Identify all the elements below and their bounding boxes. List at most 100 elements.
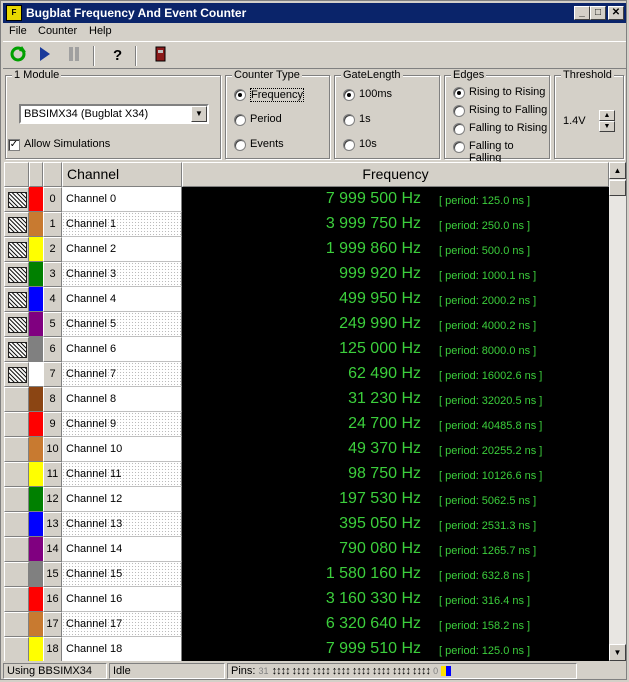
table-row[interactable]: 10 Channel 10 49 370 Hz [ period: 20255.2 n… xyxy=(4,437,609,462)
radio-falling-to-falling-label[interactable]: Falling to Falling xyxy=(469,140,549,164)
scroll-down-icon[interactable]: ▼ xyxy=(609,644,626,661)
menu-counter[interactable]: Counter xyxy=(38,25,77,37)
row-select-cell[interactable] xyxy=(4,387,29,412)
table-row[interactable]: 12 Channel 12 197 530 Hz [ period: 5062.5 n… xyxy=(4,487,609,512)
row-select-cell[interactable] xyxy=(4,187,29,212)
radio-events-label[interactable]: Events xyxy=(250,138,284,150)
radio-period[interactable] xyxy=(234,114,246,126)
header-channel[interactable]: Channel xyxy=(62,162,182,187)
refresh-icon[interactable] xyxy=(7,45,29,67)
radio-falling-to-rising-label[interactable]: Falling to Rising xyxy=(469,122,547,134)
scroll-thumb[interactable] xyxy=(609,180,626,196)
table-row[interactable]: 6 Channel 6 125 000 Hz [ period: 8000.0 ns … xyxy=(4,337,609,362)
spin-down-icon[interactable]: ▼ xyxy=(599,121,615,132)
row-select-cell[interactable] xyxy=(4,537,29,562)
radio-10s-label[interactable]: 10s xyxy=(359,138,377,150)
radio-falling-to-rising[interactable] xyxy=(453,123,465,135)
row-select-cell[interactable] xyxy=(4,312,29,337)
row-select-cell[interactable] xyxy=(4,637,29,661)
channel-name[interactable]: Channel 4 xyxy=(62,287,182,312)
row-select-cell[interactable] xyxy=(4,462,29,487)
table-row[interactable]: 1 Channel 1 3 999 750 Hz [ period: 250.0 ns… xyxy=(4,212,609,237)
close-button[interactable]: ✕ xyxy=(608,6,624,20)
scroll-up-icon[interactable]: ▲ xyxy=(609,162,626,179)
radio-1s[interactable] xyxy=(343,114,355,126)
radio-rising-to-falling-label[interactable]: Rising to Falling xyxy=(469,104,547,116)
table-row[interactable]: 4 Channel 4 499 950 Hz [ period: 2000.2 ns … xyxy=(4,287,609,312)
table-row[interactable]: 13 Channel 13 395 050 Hz [ period: 2531.3 n… xyxy=(4,512,609,537)
table-row[interactable]: 15 Channel 15 1 580 160 Hz [ period: 632.8 … xyxy=(4,562,609,587)
channel-name[interactable]: Channel 13 xyxy=(62,512,182,537)
table-row[interactable]: 9 Channel 9 24 700 Hz [ period: 40485.8 ns … xyxy=(4,412,609,437)
row-select-cell[interactable] xyxy=(4,287,29,312)
table-row[interactable]: 14 Channel 14 790 080 Hz [ period: 1265.7 n… xyxy=(4,537,609,562)
spin-up-icon[interactable]: ▲ xyxy=(599,110,615,121)
menu-help[interactable]: Help xyxy=(89,25,112,37)
channel-name[interactable]: Channel 7 xyxy=(62,362,182,387)
radio-rising-to-rising[interactable] xyxy=(453,87,465,99)
row-select-cell[interactable] xyxy=(4,487,29,512)
help-icon[interactable]: ? xyxy=(107,45,129,67)
radio-10s[interactable] xyxy=(343,139,355,151)
row-select-cell[interactable] xyxy=(4,587,29,612)
row-select-cell[interactable] xyxy=(4,612,29,637)
table-row[interactable]: 17 Channel 17 6 320 640 Hz [ period: 158.2 … xyxy=(4,612,609,637)
table-row[interactable]: 11 Channel 11 98 750 Hz [ period: 10126.6 n… xyxy=(4,462,609,487)
channel-name[interactable]: Channel 6 xyxy=(62,337,182,362)
channel-name[interactable]: Channel 10 xyxy=(62,437,182,462)
maximize-button[interactable]: □ xyxy=(590,6,606,20)
row-select-cell[interactable] xyxy=(4,437,29,462)
channel-name[interactable]: Channel 16 xyxy=(62,587,182,612)
radio-rising-to-rising-label[interactable]: Rising to Rising xyxy=(469,86,545,98)
channel-name[interactable]: Channel 11 xyxy=(62,462,182,487)
radio-rising-to-falling[interactable] xyxy=(453,105,465,117)
radio-1s-label[interactable]: 1s xyxy=(359,113,371,125)
vertical-scrollbar[interactable]: ▲ ▼ xyxy=(609,162,626,661)
channel-name[interactable]: Channel 5 xyxy=(62,312,182,337)
radio-events[interactable] xyxy=(234,139,246,151)
table-row[interactable]: 0 Channel 0 7 999 500 Hz [ period: 125.0 ns… xyxy=(4,187,609,212)
chevron-down-icon[interactable]: ▼ xyxy=(191,106,207,122)
minimize-button[interactable]: _ xyxy=(574,6,590,20)
row-select-cell[interactable] xyxy=(4,237,29,262)
radio-falling-to-falling[interactable] xyxy=(453,141,465,153)
play-icon[interactable] xyxy=(33,45,55,67)
channel-name[interactable]: Channel 17 xyxy=(62,612,182,637)
title-bar[interactable]: F Bugblat Frequency And Event Counter _ … xyxy=(3,3,626,23)
exit-door-icon[interactable] xyxy=(149,45,171,67)
table-row[interactable]: 18 Channel 18 7 999 510 Hz [ period: 125.0 … xyxy=(4,637,609,661)
header-frequency[interactable]: Frequency xyxy=(182,162,609,187)
channel-name[interactable]: Channel 14 xyxy=(62,537,182,562)
pause-icon[interactable] xyxy=(63,45,85,67)
row-select-cell[interactable] xyxy=(4,212,29,237)
radio-period-label[interactable]: Period xyxy=(250,113,282,125)
threshold-spinner[interactable]: ▲ ▼ xyxy=(599,110,615,132)
channel-name[interactable]: Channel 15 xyxy=(62,562,182,587)
table-row[interactable]: 8 Channel 8 31 230 Hz [ period: 32020.5 ns … xyxy=(4,387,609,412)
table-row[interactable]: 5 Channel 5 249 990 Hz [ period: 4000.2 ns … xyxy=(4,312,609,337)
menu-file[interactable]: File xyxy=(9,25,27,37)
row-select-cell[interactable] xyxy=(4,512,29,537)
allow-simulations-checkbox[interactable]: ✓ xyxy=(8,139,20,151)
table-row[interactable]: 3 Channel 3 999 920 Hz [ period: 1000.1 ns … xyxy=(4,262,609,287)
radio-100ms[interactable] xyxy=(343,89,355,101)
channel-name[interactable]: Channel 3 xyxy=(62,262,182,287)
channel-name[interactable]: Channel 8 xyxy=(62,387,182,412)
row-select-cell[interactable] xyxy=(4,337,29,362)
table-row[interactable]: 7 Channel 7 62 490 Hz [ period: 16002.6 ns … xyxy=(4,362,609,387)
channel-name[interactable]: Channel 0 xyxy=(62,187,182,212)
row-select-cell[interactable] xyxy=(4,262,29,287)
row-select-cell[interactable] xyxy=(4,412,29,437)
row-select-cell[interactable] xyxy=(4,362,29,387)
channel-name[interactable]: Channel 2 xyxy=(62,237,182,262)
radio-frequency[interactable] xyxy=(234,89,246,101)
channel-name[interactable]: Channel 9 xyxy=(62,412,182,437)
module-select[interactable]: BBSIMX34 (Bugblat X34) ▼ xyxy=(19,104,209,124)
channel-name[interactable]: Channel 1 xyxy=(62,212,182,237)
row-select-cell[interactable] xyxy=(4,562,29,587)
channel-name[interactable]: Channel 12 xyxy=(62,487,182,512)
table-row[interactable]: 16 Channel 16 3 160 330 Hz [ period: 316.4 … xyxy=(4,587,609,612)
table-row[interactable]: 2 Channel 2 1 999 860 Hz [ period: 500.0 ns… xyxy=(4,237,609,262)
radio-frequency-label[interactable]: Frequency xyxy=(250,88,304,102)
radio-100ms-label[interactable]: 100ms xyxy=(359,88,392,100)
